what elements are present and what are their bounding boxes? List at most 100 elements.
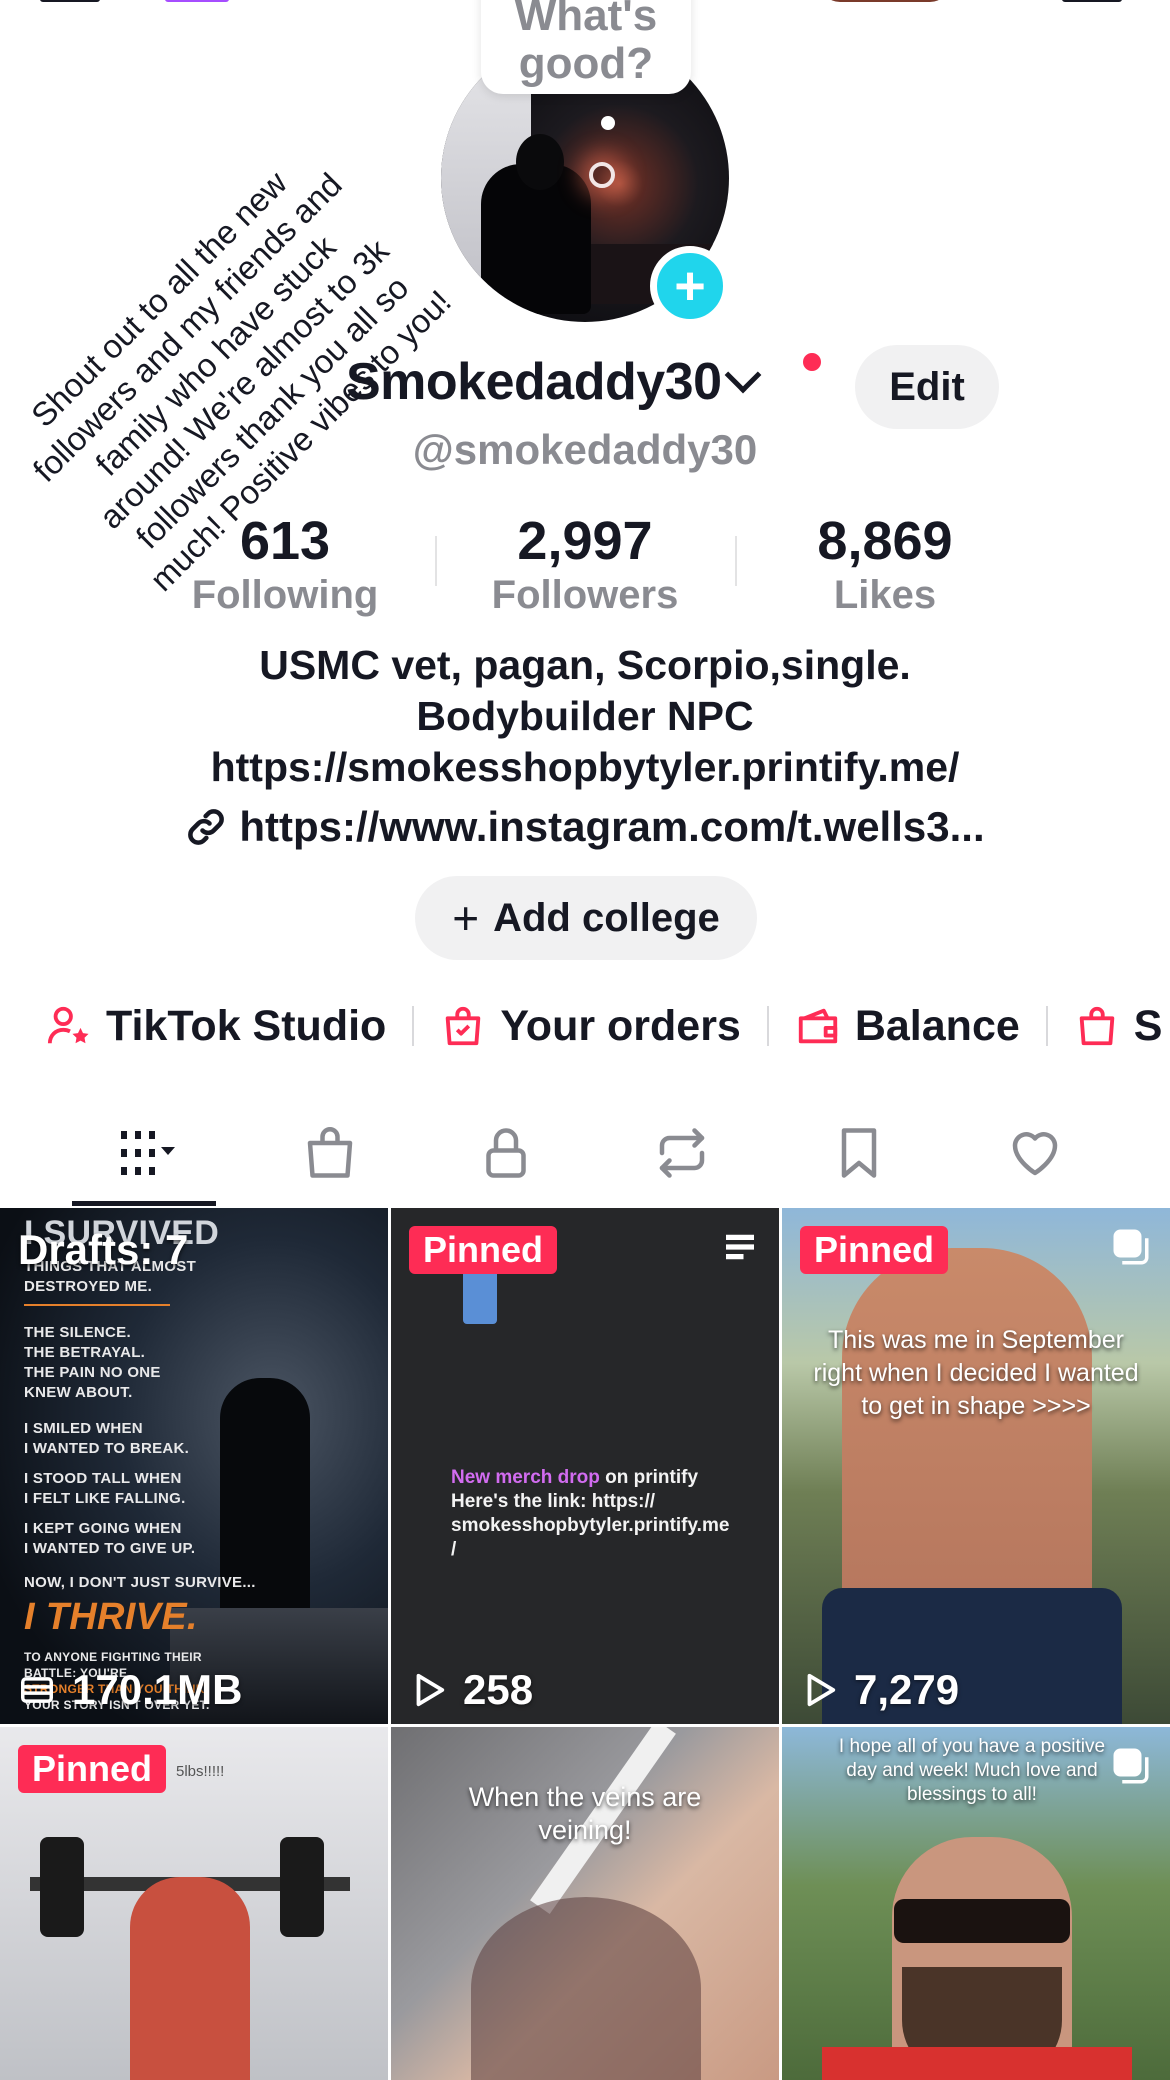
stat-followers[interactable]: 2,997 Followers [455, 510, 715, 618]
storage-icon [21, 1677, 53, 1703]
tab-private[interactable] [451, 1108, 561, 1198]
merch-line: smokesshopbytyler.printify.me [451, 1515, 730, 1536]
bio-line: Bodybuilder NPC [416, 693, 754, 739]
notification-dot [800, 350, 824, 374]
poster-line: THE BETRAYAL. [24, 1344, 146, 1361]
tab-liked[interactable] [980, 1108, 1090, 1198]
edit-button[interactable]: Edit [855, 345, 999, 429]
shortcut-label: TikTok Studio [106, 1001, 387, 1050]
poster-line: DESTROYED ME. [24, 1278, 153, 1295]
poster-line: THE PAIN NO ONE [24, 1364, 161, 1381]
text-post-icon [726, 1234, 754, 1260]
bag-check-icon [446, 1006, 481, 1046]
merch-thumb [463, 1266, 497, 1324]
heart-icon [1012, 1132, 1058, 1176]
bag-icon [1079, 1006, 1115, 1046]
shortcut-label: Your orders [500, 1001, 741, 1050]
view-count: 7,279 [800, 1666, 959, 1714]
poster-line: KNEW ABOUT. [24, 1384, 133, 1401]
poster-rule [24, 1304, 170, 1306]
gym-person [130, 1877, 250, 2080]
shortcut-label: Balance [854, 1001, 1020, 1050]
play-icon [807, 1673, 836, 1707]
poster-line: I SMILED WHEN [24, 1420, 143, 1437]
stat-following[interactable]: 613 Following [155, 510, 415, 618]
stat-value: 8,869 [817, 511, 953, 571]
chevron-down-icon[interactable] [724, 356, 761, 394]
video-tile[interactable]: I hope all of you have a positive day an… [782, 1727, 1170, 2080]
bio: USMC vet, pagan, Scorpio,single. Bodybui… [0, 640, 1170, 793]
stat-divider [735, 536, 737, 586]
bio-link-text: https://www.instagram.com/t.wells3... [239, 803, 985, 850]
poster-line: I THRIVE. [24, 1596, 198, 1638]
poster-line: NOW, I DON'T JUST SURVIVE... [24, 1574, 256, 1591]
view-count: 258 [409, 1666, 533, 1714]
video-tile[interactable]: Pinned New merch drop on printify Here's… [391, 1208, 779, 1724]
video-caption: When the veins are veining! [468, 1782, 702, 1845]
positive-sunglasses [894, 1899, 1070, 1943]
merch-text: New merch drop on printify Here's the li… [451, 1466, 751, 1562]
video-grid: I SURVIVED THINGS THAT ALMOST DESTROYED … [0, 1208, 1170, 2080]
poster-line: I WANTED TO GIVE UP. [24, 1540, 196, 1557]
view-count-text: 7,279 [854, 1666, 960, 1713]
grid-icon [121, 1131, 175, 1175]
gym-plate [40, 1837, 84, 1937]
video-tile[interactable]: Pinned This was me in September right wh… [782, 1208, 1170, 1724]
shortcut-divider [412, 1006, 415, 1046]
avatar-mini[interactable] [820, 0, 950, 2]
stat-likes[interactable]: 8,869 Likes [755, 510, 1015, 618]
bio-link[interactable]: https://www.instagram.com/t.wells3... [0, 803, 1170, 851]
tab-reposts[interactable] [627, 1108, 737, 1198]
poster-line: I KEPT GOING WHEN [24, 1520, 182, 1537]
wallet-icon [798, 1008, 838, 1044]
video-tile[interactable]: When the veins are veining! [391, 1727, 779, 2080]
view-count-text: 258 [463, 1666, 534, 1713]
username-row[interactable]: Smokedaddy30 [346, 352, 761, 412]
drafts-label: Drafts: 7 [18, 1226, 189, 1273]
shortcut-divider [766, 1006, 769, 1046]
gym-plate [280, 1837, 324, 1937]
stat-value: 2,997 [517, 511, 653, 571]
repost-icon [659, 1128, 705, 1178]
avatar-head [516, 134, 564, 190]
video-caption: This was me in September right when I de… [813, 1326, 1139, 1420]
tab-videos[interactable] [92, 1108, 202, 1198]
drafts-size-text: 170.1MB [72, 1666, 243, 1713]
shortcut-balance[interactable]: Balance [795, 994, 1020, 1058]
pinned-badge: Pinned [409, 1226, 558, 1274]
poster-line: TO ANYONE FIGHTING THEIR [24, 1650, 202, 1664]
tab-favorites[interactable] [804, 1108, 914, 1198]
video-tile[interactable]: Pinned 5lbs!!!!! [0, 1727, 388, 2080]
avatar-ring-light [589, 162, 615, 188]
merch-line: on printify [599, 1467, 699, 1488]
stat-divider [435, 536, 437, 586]
merch-line: / [451, 1539, 457, 1560]
multi-photo-icon [1113, 1229, 1149, 1265]
lock-icon [486, 1128, 526, 1178]
add-college-button[interactable]: + Add college [415, 876, 757, 960]
pinned-badge: Pinned [18, 1745, 167, 1793]
drafts-tile[interactable]: I SURVIVED THINGS THAT ALMOST DESTROYED … [0, 1208, 388, 1724]
shortcut-tiktok-studio[interactable]: TikTok Studio [46, 994, 386, 1058]
play-icon [416, 1673, 445, 1707]
pinned-badge: Pinned [800, 1226, 949, 1274]
tab-indicator [72, 1201, 216, 1206]
note-bubble[interactable]: What's good? [481, 0, 691, 94]
menu-icon[interactable] [1062, 0, 1122, 2]
poster-line: THE SILENCE. [24, 1324, 131, 1341]
stat-label: Followers [491, 573, 679, 617]
bio-line: https://smokesshopbytyler.printify.me/ [210, 744, 960, 790]
shortcut-shop[interactable]: S [1074, 994, 1162, 1058]
top-icon-fragment[interactable] [40, 0, 100, 2]
top-icon-fragment[interactable] [165, 0, 229, 2]
content-tabs [0, 1108, 1170, 1208]
add-story-button[interactable]: + [650, 246, 730, 326]
tab-shop[interactable] [275, 1108, 385, 1198]
shortcuts-row: TikTok Studio Your orders Balance S [0, 994, 1170, 1058]
add-college-label: Add college [493, 895, 720, 940]
drafts-size: 170.1MB [18, 1666, 242, 1714]
stat-label: Likes [833, 573, 937, 617]
shortcut-your-orders[interactable]: Your orders [440, 994, 741, 1058]
link-icon [188, 809, 225, 845]
poster-line: I FELT LIKE FALLING. [24, 1490, 186, 1507]
